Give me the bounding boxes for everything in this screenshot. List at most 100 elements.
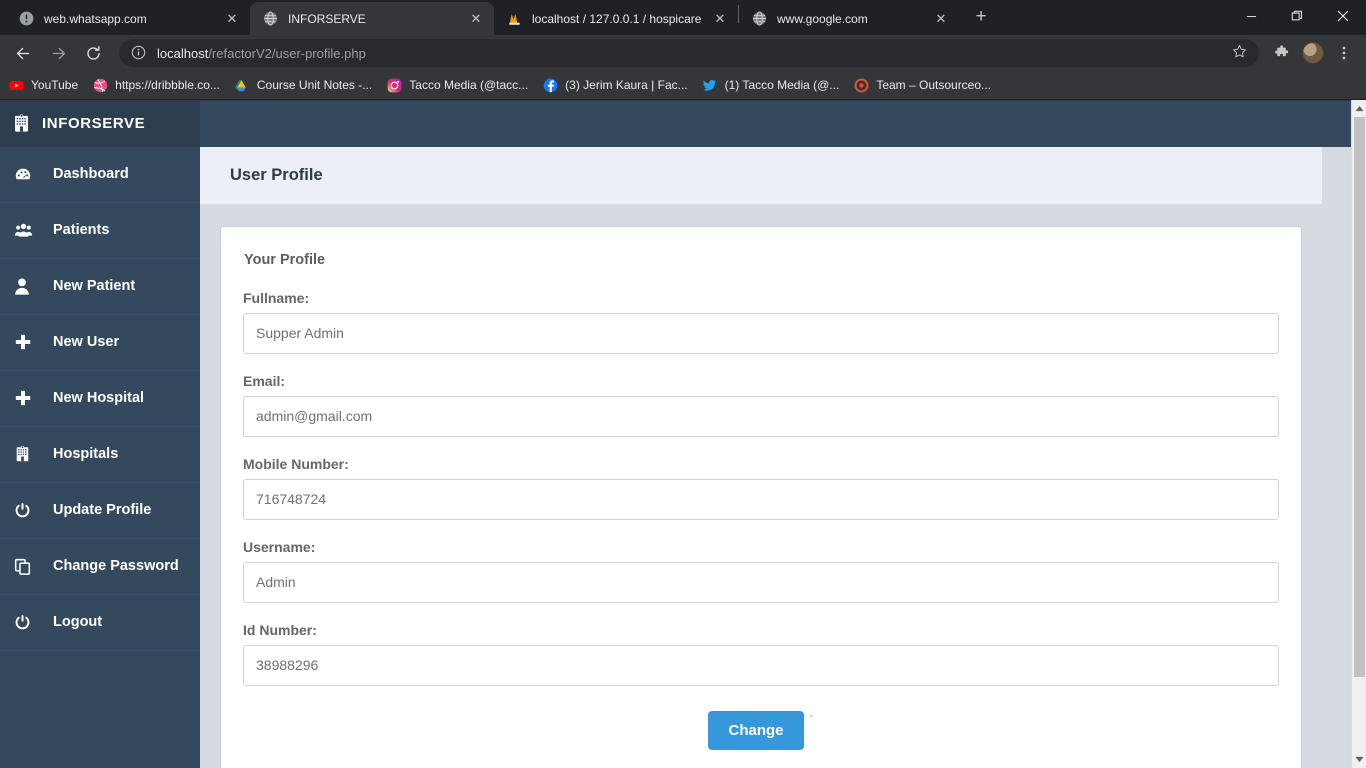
field-group-username: Username:	[243, 539, 1279, 603]
sidebar-item-label: Logout	[53, 614, 103, 631]
field-group-id-number: Id Number:	[243, 622, 1279, 686]
bookmark-instagram[interactable]: Tacco Media (@tacc...	[386, 77, 528, 93]
email-input[interactable]	[243, 395, 1279, 437]
submit-row: Change `	[243, 710, 1279, 750]
mobile-number-input[interactable]	[243, 478, 1279, 520]
hospital-building-icon	[12, 114, 34, 133]
bookmark-label: Course Unit Notes -...	[256, 78, 373, 93]
bookmark-dribbble[interactable]: https://dribbble.co...	[92, 77, 220, 93]
bookmark-label: Tacco Media (@tacc...	[409, 78, 529, 93]
bookmark-youtube[interactable]: YouTube	[8, 77, 78, 93]
app-brand[interactable]: INFORSERVE	[0, 99, 200, 147]
change-button[interactable]: Change	[708, 710, 804, 750]
minimize-button[interactable]	[1228, 0, 1274, 32]
users-group-icon	[14, 221, 42, 240]
fullname-label: Fullname:	[243, 289, 310, 306]
google-drive-icon	[234, 77, 250, 93]
bookmark-facebook[interactable]: (3) Jerim Kaura | Fac...	[542, 77, 688, 93]
bookmark-label: YouTube	[31, 78, 79, 93]
sidebar-item-label: Change Password	[53, 558, 179, 575]
sidebar-item-new-patient[interactable]: New Patient	[0, 259, 200, 315]
reload-button[interactable]	[78, 38, 108, 68]
browser-toolbar: localhost/refactorV2/user-profile.php	[0, 35, 1366, 72]
scrollbar-track[interactable]	[1352, 116, 1366, 751]
sidebar-item-label: New Patient	[53, 278, 136, 295]
close-icon[interactable]: ✕	[468, 11, 484, 27]
sidebar-item-new-hospital[interactable]: New Hospital	[0, 371, 200, 427]
sidebar-item-patients[interactable]: Patients	[0, 203, 200, 259]
dashboard-gauge-icon	[14, 165, 42, 183]
tab-strip: web.whatsapp.com ✕ INFORSERVE ✕ localhos…	[0, 0, 1366, 35]
new-tab-button[interactable]: +	[967, 4, 995, 32]
bookmark-outsourceo[interactable]: Team – Outsourceo...	[853, 77, 991, 93]
facebook-icon	[542, 77, 558, 93]
app-brand-name: INFORSERVE	[42, 114, 146, 132]
bookmarks-bar: YouTube https://dribbble.co... Course Un…	[0, 71, 1366, 100]
stray-backtick-text: `	[809, 712, 814, 727]
bookmark-label: Team – Outsourceo...	[876, 78, 992, 93]
sidebar-item-change-password[interactable]: Change Password	[0, 539, 200, 595]
sidebar-item-dashboard[interactable]: Dashboard	[0, 147, 200, 203]
outsourceo-icon	[853, 77, 869, 93]
star-outline-icon[interactable]	[1226, 44, 1253, 62]
youtube-icon	[8, 77, 24, 93]
app-topbar	[200, 99, 1366, 147]
sidebar-item-label: Dashboard	[53, 166, 129, 183]
card-wrapper: Your Profile Fullname: Email: Mobile Num…	[200, 204, 1366, 768]
url-path: /refactorV2/user-profile.php	[208, 45, 366, 61]
page-title: User Profile	[230, 165, 323, 184]
browser-tab-title: www.google.com	[777, 11, 868, 26]
scroll-up-arrow-icon[interactable]	[1351, 99, 1366, 117]
sidebar-item-update-profile[interactable]: Update Profile	[0, 483, 200, 539]
hospital-building-icon	[14, 445, 42, 463]
sidebar-item-logout[interactable]: Logout	[0, 595, 200, 651]
browser-tab-1[interactable]: INFORSERVE ✕	[250, 2, 494, 35]
toolbar-actions	[1265, 39, 1358, 67]
profile-card: Your Profile Fullname: Email: Mobile Num…	[220, 225, 1302, 768]
close-icon[interactable]: ✕	[933, 11, 949, 27]
page-scrollbar[interactable]	[1351, 99, 1366, 768]
browser-tab-0[interactable]: web.whatsapp.com ✕	[6, 2, 250, 35]
close-icon[interactable]: ✕	[712, 11, 728, 27]
username-input[interactable]	[243, 561, 1279, 603]
avatar-icon[interactable]	[1299, 39, 1327, 67]
field-group-email: Email:	[243, 373, 1279, 437]
page-header: User Profile	[200, 146, 1322, 204]
window-controls	[1228, 0, 1366, 35]
bookmark-label: (3) Jerim Kaura | Fac...	[565, 78, 688, 93]
scrollbar-thumb[interactable]	[1353, 116, 1365, 677]
sidebar-item-label: New User	[53, 334, 120, 351]
plus-icon	[14, 333, 42, 351]
bookmark-label: https://dribbble.co...	[115, 78, 220, 93]
sidebar-item-hospitals[interactable]: Hospitals	[0, 427, 200, 483]
fullname-input[interactable]	[243, 312, 1279, 354]
sidebar-item-new-user[interactable]: New User	[0, 315, 200, 371]
mobile-number-label: Mobile Number:	[243, 455, 349, 472]
bookmark-google-drive[interactable]: Course Unit Notes -...	[234, 77, 372, 93]
copy-icon	[14, 558, 42, 575]
maximize-restore-button[interactable]	[1274, 0, 1320, 32]
scroll-down-arrow-icon[interactable]	[1351, 751, 1366, 768]
bookmark-twitter[interactable]: (1) Tacco Media (@...	[702, 77, 840, 93]
address-bar[interactable]: localhost/refactorV2/user-profile.php	[119, 39, 1259, 68]
url-host: localhost	[157, 45, 209, 61]
browser-tab-3[interactable]: www.google.com ✕	[739, 2, 959, 35]
three-dot-menu-icon[interactable]	[1330, 39, 1358, 67]
back-button[interactable]	[8, 38, 38, 68]
bookmark-label: (1) Tacco Media (@...	[724, 78, 840, 93]
close-window-button[interactable]	[1320, 0, 1366, 32]
sidebar-item-label: New Hospital	[53, 390, 145, 407]
field-group-fullname: Fullname:	[243, 290, 1279, 354]
close-icon[interactable]: ✕	[224, 11, 240, 27]
field-group-mobile-number: Mobile Number:	[243, 456, 1279, 520]
browser-tab-title: web.whatsapp.com	[44, 11, 147, 26]
user-icon	[14, 278, 42, 295]
info-circle-icon	[131, 45, 147, 61]
forward-button[interactable]	[43, 38, 73, 68]
browser-tab-2[interactable]: localhost / 127.0.0.1 / hospicare ✕	[494, 2, 738, 35]
puzzle-piece-icon[interactable]	[1268, 39, 1296, 67]
sidebar-item-label: Patients	[53, 222, 110, 239]
power-icon	[14, 502, 42, 519]
main-content: User Profile Your Profile Fullname: Emai…	[200, 99, 1366, 768]
id-number-input[interactable]	[243, 644, 1279, 686]
